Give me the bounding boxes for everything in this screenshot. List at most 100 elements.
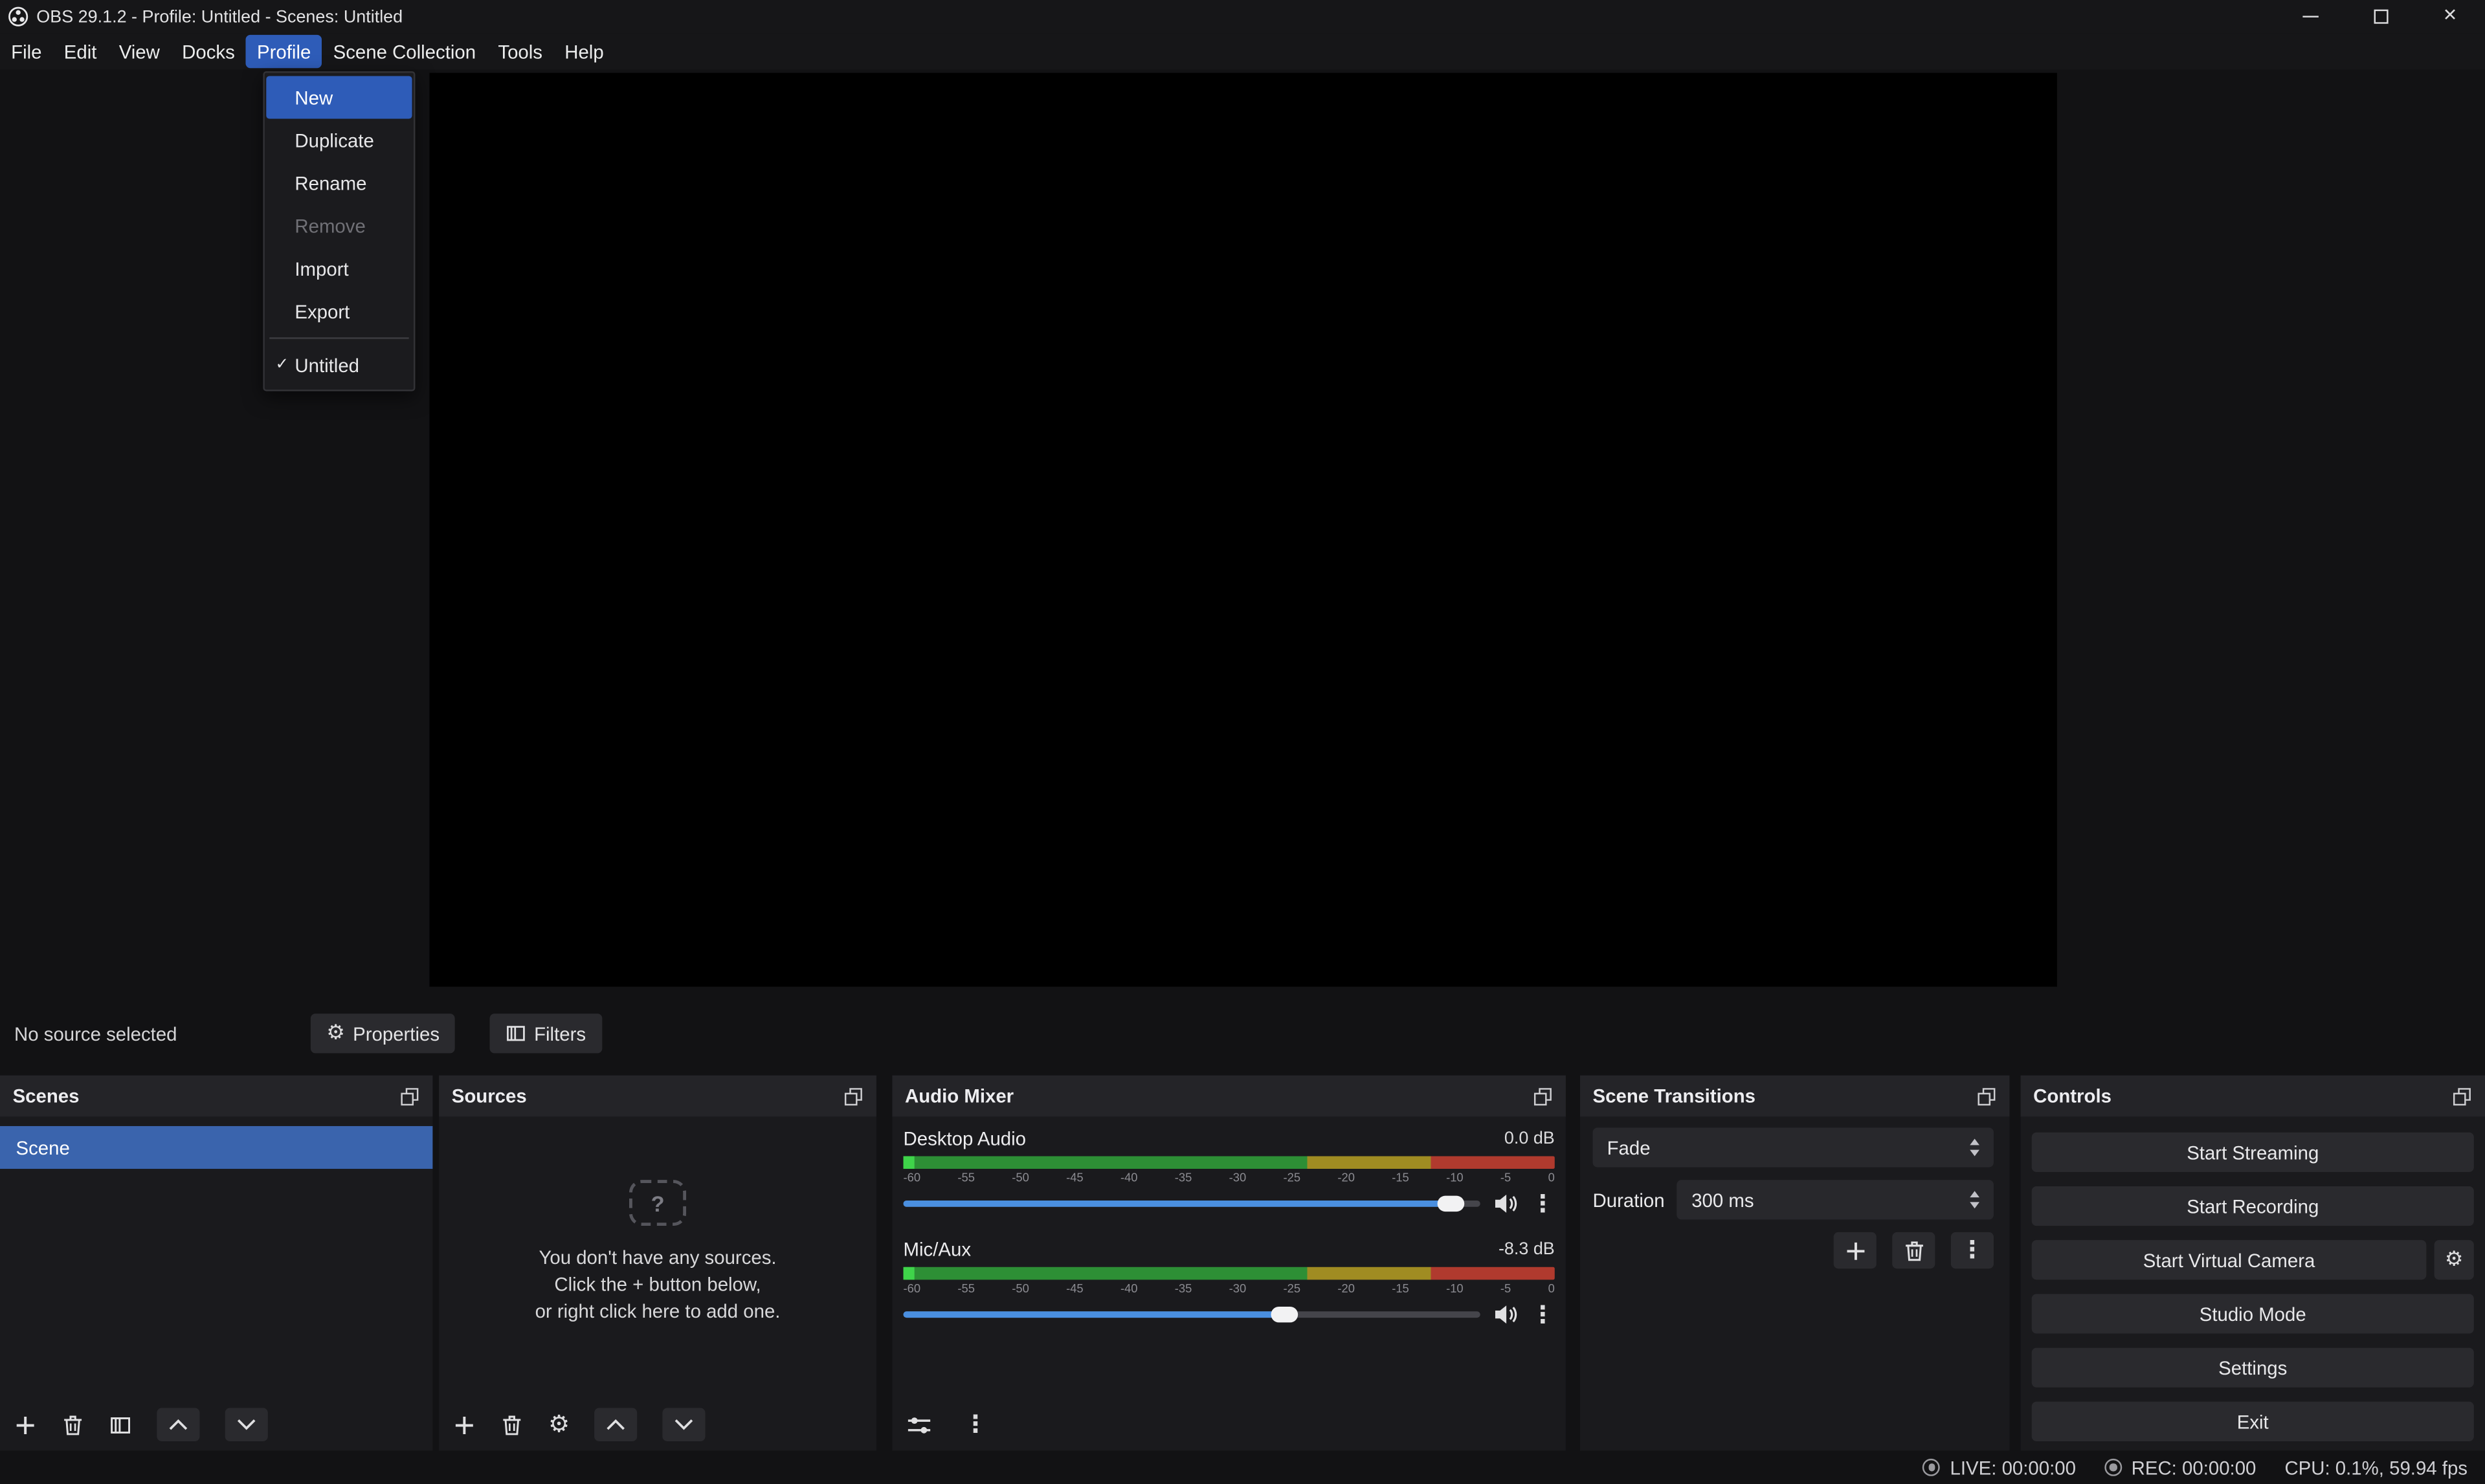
- meter-tick-label: -20: [1337, 1281, 1355, 1297]
- start-streaming-button[interactable]: Start Streaming: [2032, 1133, 2474, 1172]
- obs-logo-icon[interactable]: [8, 6, 28, 27]
- menu-docks[interactable]: Docks: [171, 35, 246, 68]
- filters-button[interactable]: Filters: [490, 1013, 602, 1053]
- virtual-camera-settings-button[interactable]: ⚙: [2435, 1240, 2474, 1279]
- menu-file[interactable]: File: [0, 35, 53, 68]
- channel-db-value: 0.0 dB: [1504, 1129, 1555, 1148]
- profile-menu-import[interactable]: Import: [266, 247, 412, 290]
- settings-button[interactable]: Settings: [2032, 1348, 2474, 1388]
- sources-panel-header[interactable]: Sources: [439, 1076, 876, 1117]
- meter-tick-label: -15: [1392, 1170, 1409, 1186]
- scenes-panel-header[interactable]: Scenes: [0, 1076, 432, 1117]
- channel-db-value: -8.3 dB: [1499, 1240, 1555, 1259]
- advanced-audio-icon[interactable]: [906, 1413, 931, 1435]
- sources-panel: Sources ? You don't have any sources. Cl…: [439, 1076, 876, 1451]
- studio-mode-button[interactable]: Studio Mode: [2032, 1294, 2474, 1333]
- add-scene-button[interactable]: [14, 1413, 36, 1435]
- popout-icon[interactable]: [1533, 1086, 1554, 1107]
- cpu-fps-stats: CPU: 0.1%, 59.94 fps: [2284, 1456, 2468, 1478]
- profile-menu-duplicate[interactable]: Duplicate: [266, 119, 412, 162]
- combo-arrows-icon[interactable]: [1965, 1139, 1984, 1157]
- scene-filters-icon[interactable]: [109, 1413, 131, 1435]
- remove-scene-button[interactable]: [61, 1413, 84, 1435]
- exit-button[interactable]: Exit: [2032, 1402, 2474, 1441]
- meter-tick-label: -10: [1446, 1281, 1464, 1297]
- volume-slider[interactable]: [904, 1191, 1480, 1216]
- maximize-button[interactable]: [2345, 0, 2415, 33]
- move-source-up-button[interactable]: [595, 1408, 638, 1441]
- properties-button[interactable]: ⚙ Properties: [311, 1013, 456, 1053]
- mixer-options-kebab-icon[interactable]: ⋮: [964, 1413, 988, 1437]
- transition-select[interactable]: Fade: [1593, 1127, 1994, 1167]
- move-scene-up-button[interactable]: [157, 1408, 199, 1441]
- add-transition-button[interactable]: [1834, 1232, 1877, 1268]
- menu-view[interactable]: View: [108, 35, 171, 68]
- start-recording-button[interactable]: Start Recording: [2032, 1186, 2474, 1226]
- minimize-icon: [2302, 16, 2318, 17]
- duration-input[interactable]: 300 ms: [1677, 1180, 1994, 1219]
- sources-empty-state: ? You don't have any sources. Click the …: [439, 1180, 876, 1325]
- scenes-toolbar: [0, 1399, 432, 1451]
- move-scene-down-button[interactable]: [225, 1408, 268, 1441]
- controls-panel: Controls Start Streaming Start Recording…: [2021, 1076, 2485, 1451]
- scene-list-item[interactable]: Scene: [0, 1126, 432, 1169]
- menu-profile[interactable]: Profile: [246, 35, 322, 68]
- duration-value: 300 ms: [1691, 1189, 1754, 1211]
- start-virtual-camera-button[interactable]: Start Virtual Camera: [2032, 1240, 2427, 1279]
- meter-tick-label: -25: [1284, 1281, 1301, 1297]
- scenes-panel: Scenes Scene: [0, 1076, 432, 1451]
- sources-panel-title: Sources: [452, 1085, 527, 1107]
- spinner-arrows-icon[interactable]: [1965, 1191, 1984, 1208]
- profile-menu-new[interactable]: New: [266, 76, 412, 118]
- check-icon: ✓: [273, 344, 291, 386]
- scenes-panel-title: Scenes: [13, 1085, 80, 1107]
- scene-transitions-header[interactable]: Scene Transitions: [1580, 1076, 2009, 1117]
- popout-icon[interactable]: [399, 1086, 420, 1107]
- slider-handle[interactable]: [1438, 1196, 1465, 1212]
- meter-tick-label: -35: [1175, 1170, 1192, 1186]
- menu-bar: File Edit View Docks Profile Scene Colle…: [0, 33, 2485, 69]
- slider-handle[interactable]: [1270, 1307, 1297, 1322]
- menu-help[interactable]: Help: [553, 35, 615, 68]
- preview-canvas[interactable]: [429, 73, 2056, 987]
- mixer-channel-mic-aux: Mic/Aux -8.3 dB -60-55-50-45-40-35-30-25…: [904, 1237, 1555, 1327]
- add-source-button[interactable]: [453, 1413, 475, 1435]
- profile-menu-untitled[interactable]: ✓ Untitled: [266, 344, 412, 386]
- remove-transition-button[interactable]: [1892, 1232, 1935, 1268]
- meter-tick-label: 0: [1548, 1170, 1555, 1186]
- menu-tools[interactable]: Tools: [487, 35, 553, 68]
- source-properties-gear-icon[interactable]: ⚙: [548, 1413, 570, 1437]
- live-icon: [1923, 1459, 1941, 1476]
- duration-label: Duration: [1593, 1189, 1665, 1211]
- meter-scale: -60-55-50-45-40-35-30-25-20-15-10-50: [904, 1170, 1555, 1186]
- meter-tick-label: -35: [1175, 1281, 1192, 1297]
- minimize-button[interactable]: [2276, 0, 2346, 33]
- transition-value: Fade: [1607, 1136, 1651, 1158]
- menu-separator: [269, 337, 408, 338]
- gear-icon: ⚙: [2445, 1250, 2464, 1270]
- profile-menu-rename[interactable]: Rename: [266, 162, 412, 205]
- speaker-icon[interactable]: [1493, 1303, 1518, 1325]
- close-button[interactable]: ✕: [2415, 0, 2485, 33]
- menu-scene-collection[interactable]: Scene Collection: [322, 35, 487, 68]
- speaker-icon[interactable]: [1493, 1193, 1518, 1215]
- channel-options-kebab-icon[interactable]: ⋮: [1531, 1303, 1555, 1327]
- controls-panel-header[interactable]: Controls: [2021, 1076, 2485, 1117]
- meter-scale: -60-55-50-45-40-35-30-25-20-15-10-50: [904, 1281, 1555, 1297]
- popout-icon[interactable]: [843, 1086, 864, 1107]
- move-source-down-button[interactable]: [663, 1408, 706, 1441]
- audio-mixer-header[interactable]: Audio Mixer: [892, 1076, 1566, 1117]
- profile-menu-export[interactable]: Export: [266, 290, 412, 333]
- popout-icon[interactable]: [2452, 1086, 2473, 1107]
- channel-name: Desktop Audio: [904, 1127, 1026, 1149]
- rec-time: REC: 00:00:00: [2132, 1456, 2257, 1478]
- meter-tick-label: -20: [1337, 1170, 1355, 1186]
- remove-source-button[interactable]: [501, 1413, 523, 1435]
- channel-options-kebab-icon[interactable]: ⋮: [1531, 1192, 1555, 1216]
- volume-slider[interactable]: [904, 1302, 1480, 1327]
- transition-options-button[interactable]: ⋮: [1951, 1232, 1994, 1268]
- menu-edit[interactable]: Edit: [53, 35, 108, 68]
- channel-name: Mic/Aux: [904, 1239, 972, 1261]
- obs-app-window: OBS 29.1.2 - Profile: Untitled - Scenes:…: [0, 0, 2485, 1484]
- popout-icon[interactable]: [1976, 1086, 1997, 1107]
